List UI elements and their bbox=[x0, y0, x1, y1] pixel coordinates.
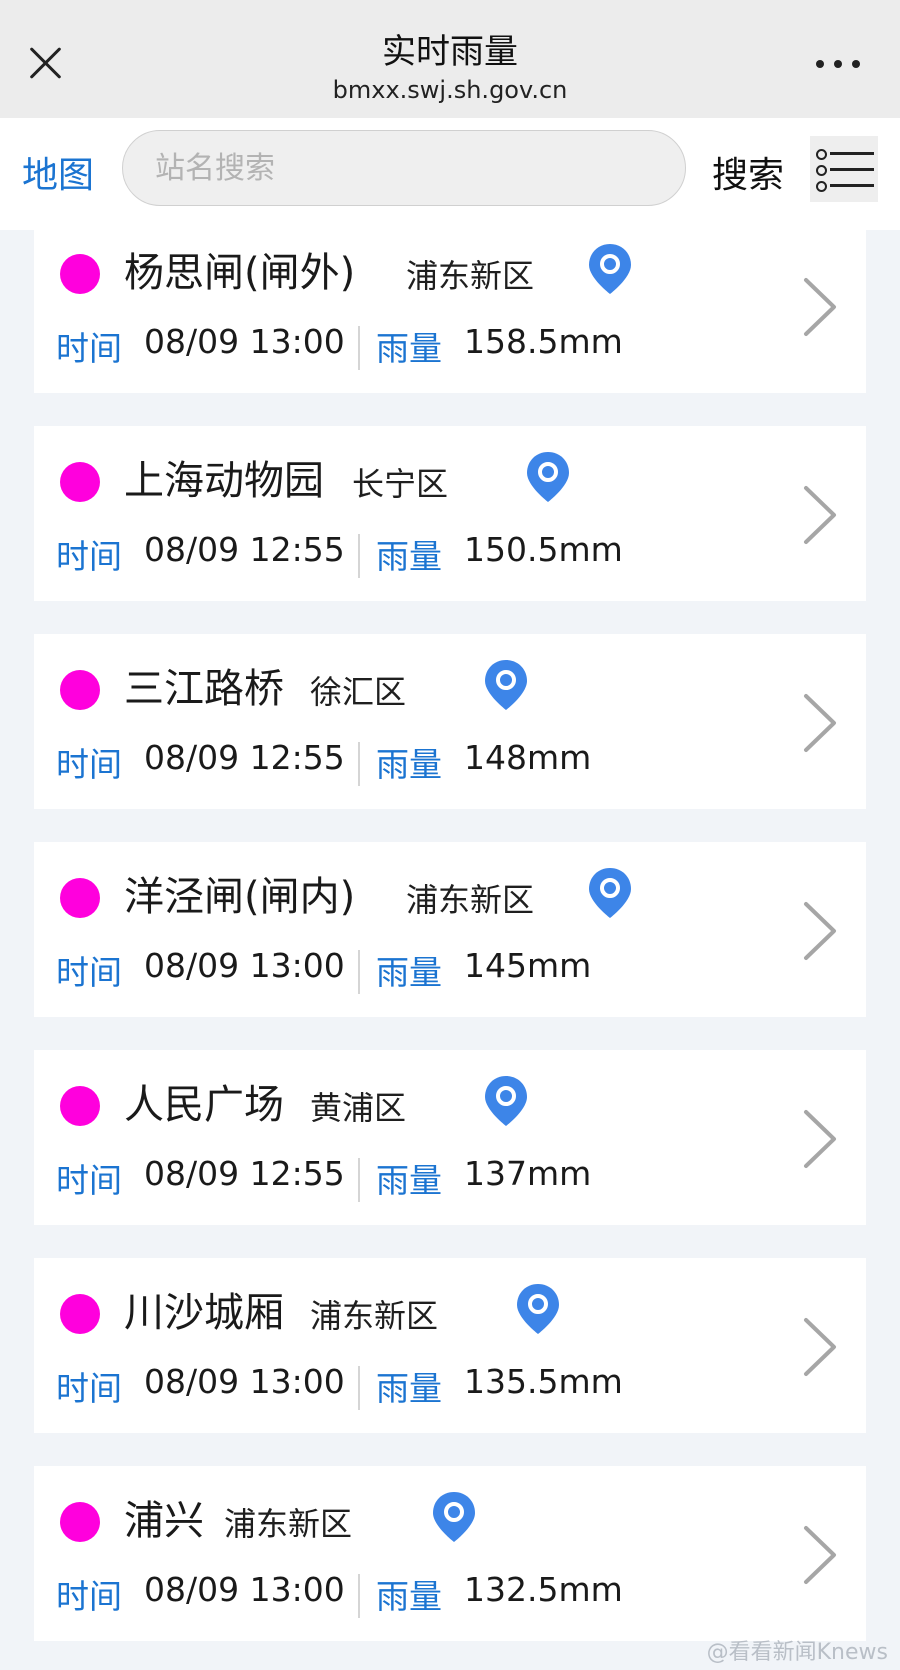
chevron-right-icon[interactable] bbox=[802, 900, 838, 962]
rainfall-value: 132.5mm bbox=[464, 1570, 623, 1609]
time-label: 时间 bbox=[56, 1577, 122, 1616]
district-label: 浦东新区 bbox=[406, 881, 535, 919]
time-value: 08/09 12:55 bbox=[144, 530, 345, 569]
location-pin-icon[interactable] bbox=[482, 1074, 530, 1128]
location-pin-icon[interactable] bbox=[430, 1490, 478, 1544]
rainfall-label: 雨量 bbox=[376, 1369, 442, 1408]
divider bbox=[358, 326, 360, 370]
status-dot bbox=[60, 1502, 100, 1542]
station-name: 杨思闸(闸外) bbox=[124, 250, 356, 296]
station-card[interactable]: 三江路桥 徐汇区时间 08/09 12:55 雨量 148mm bbox=[34, 634, 866, 809]
time-label: 时间 bbox=[56, 745, 122, 784]
district-label: 黄浦区 bbox=[310, 1089, 407, 1127]
location-pin-icon[interactable] bbox=[514, 1282, 562, 1336]
time-value: 08/09 12:55 bbox=[144, 738, 345, 777]
location-pin-icon[interactable] bbox=[482, 658, 530, 712]
station-card[interactable]: 人民广场 黄浦区时间 08/09 12:55 雨量 137mm bbox=[34, 1050, 866, 1225]
page-url: bmxx.swj.sh.gov.cn bbox=[332, 76, 568, 104]
rainfall-label: 雨量 bbox=[376, 953, 442, 992]
status-dot bbox=[60, 1086, 100, 1126]
time-value: 08/09 13:00 bbox=[144, 1362, 345, 1401]
station-card[interactable]: 川沙城厢 浦东新区时间 08/09 13:00 雨量 135.5mm bbox=[34, 1258, 866, 1433]
station-name: 人民广场 bbox=[124, 1082, 284, 1128]
status-dot bbox=[60, 1294, 100, 1334]
station-name: 上海动物园 bbox=[124, 458, 324, 504]
station-list: 杨思闸(闸外) 浦东新区 时间 08/09 13:00 雨量 158.5mm 上海动物园 长宁… bbox=[0, 230, 900, 1670]
page-title: 实时雨量 bbox=[382, 32, 518, 72]
station-name: 三江路桥 bbox=[124, 666, 284, 712]
rainfall-value: 145mm bbox=[464, 946, 592, 985]
divider bbox=[358, 742, 360, 786]
search-button[interactable]: 搜索 bbox=[712, 146, 784, 198]
rainfall-label: 雨量 bbox=[376, 1161, 442, 1200]
status-dot bbox=[60, 254, 100, 294]
chevron-right-icon[interactable] bbox=[802, 1108, 838, 1170]
time-label: 时间 bbox=[56, 537, 122, 576]
district-label: 长宁区 bbox=[352, 465, 449, 503]
search-input[interactable] bbox=[122, 130, 686, 206]
rainfall-value: 158.5mm bbox=[464, 322, 623, 361]
divider bbox=[358, 1574, 360, 1618]
district-label: 徐汇区 bbox=[310, 673, 407, 711]
chevron-right-icon[interactable] bbox=[802, 1316, 838, 1378]
divider bbox=[358, 1366, 360, 1410]
rainfall-label: 雨量 bbox=[376, 537, 442, 576]
rainfall-label: 雨量 bbox=[376, 1577, 442, 1616]
divider bbox=[358, 1158, 360, 1202]
list-view-icon[interactable] bbox=[810, 136, 878, 202]
location-pin-icon[interactable] bbox=[586, 866, 634, 920]
time-label: 时间 bbox=[56, 953, 122, 992]
station-card[interactable]: 浦兴 浦东新区时间 08/09 13:00 雨量 132.5mm bbox=[34, 1466, 866, 1641]
time-value: 08/09 13:00 bbox=[144, 1570, 345, 1609]
time-value: 08/09 12:55 bbox=[144, 1154, 345, 1193]
district-label: 浦东新区 bbox=[310, 1297, 439, 1335]
rainfall-value: 135.5mm bbox=[464, 1362, 623, 1401]
district-label: 浦东新区 bbox=[406, 257, 535, 295]
time-label: 时间 bbox=[56, 1161, 122, 1200]
time-label: 时间 bbox=[56, 1369, 122, 1408]
rainfall-label: 雨量 bbox=[376, 745, 442, 784]
district-label: 浦东新区 bbox=[224, 1505, 353, 1543]
chevron-right-icon[interactable] bbox=[802, 276, 838, 338]
location-pin-icon[interactable] bbox=[586, 242, 634, 296]
time-value: 08/09 13:00 bbox=[144, 946, 345, 985]
divider bbox=[358, 950, 360, 994]
time-value: 08/09 13:00 bbox=[144, 322, 345, 361]
time-label: 时间 bbox=[56, 329, 122, 368]
more-icon[interactable] bbox=[816, 58, 860, 70]
chevron-right-icon[interactable] bbox=[802, 484, 838, 546]
rainfall-value: 148mm bbox=[464, 738, 592, 777]
rainfall-value: 150.5mm bbox=[464, 530, 623, 569]
title-bar: 实时雨量 bmxx.swj.sh.gov.cn bbox=[0, 0, 900, 118]
location-pin-icon[interactable] bbox=[524, 450, 572, 504]
watermark: @看看新闻Knews bbox=[706, 1640, 888, 1665]
chevron-right-icon[interactable] bbox=[802, 692, 838, 754]
chevron-right-icon[interactable] bbox=[802, 1524, 838, 1586]
station-name: 川沙城厢 bbox=[124, 1290, 284, 1336]
status-dot bbox=[60, 670, 100, 710]
station-name: 浦兴 bbox=[124, 1498, 204, 1544]
status-dot bbox=[60, 462, 100, 502]
divider bbox=[358, 534, 360, 578]
station-card[interactable]: 上海动物园 长宁区时间 08/09 12:55 雨量 150.5mm bbox=[34, 426, 866, 601]
station-name: 洋泾闸(闸内) bbox=[124, 874, 356, 920]
rainfall-value: 137mm bbox=[464, 1154, 592, 1193]
station-card[interactable]: 洋泾闸(闸内) 浦东新区时间 08/09 13:00 雨量 145mm bbox=[34, 842, 866, 1017]
status-dot bbox=[60, 878, 100, 918]
rainfall-label: 雨量 bbox=[376, 329, 442, 368]
search-toolbar: 地图 搜索 bbox=[0, 118, 900, 230]
station-card[interactable]: 杨思闸(闸外) 浦东新区时间 08/09 13:00 雨量 158.5mm bbox=[34, 230, 866, 393]
map-link[interactable]: 地图 bbox=[22, 146, 94, 198]
